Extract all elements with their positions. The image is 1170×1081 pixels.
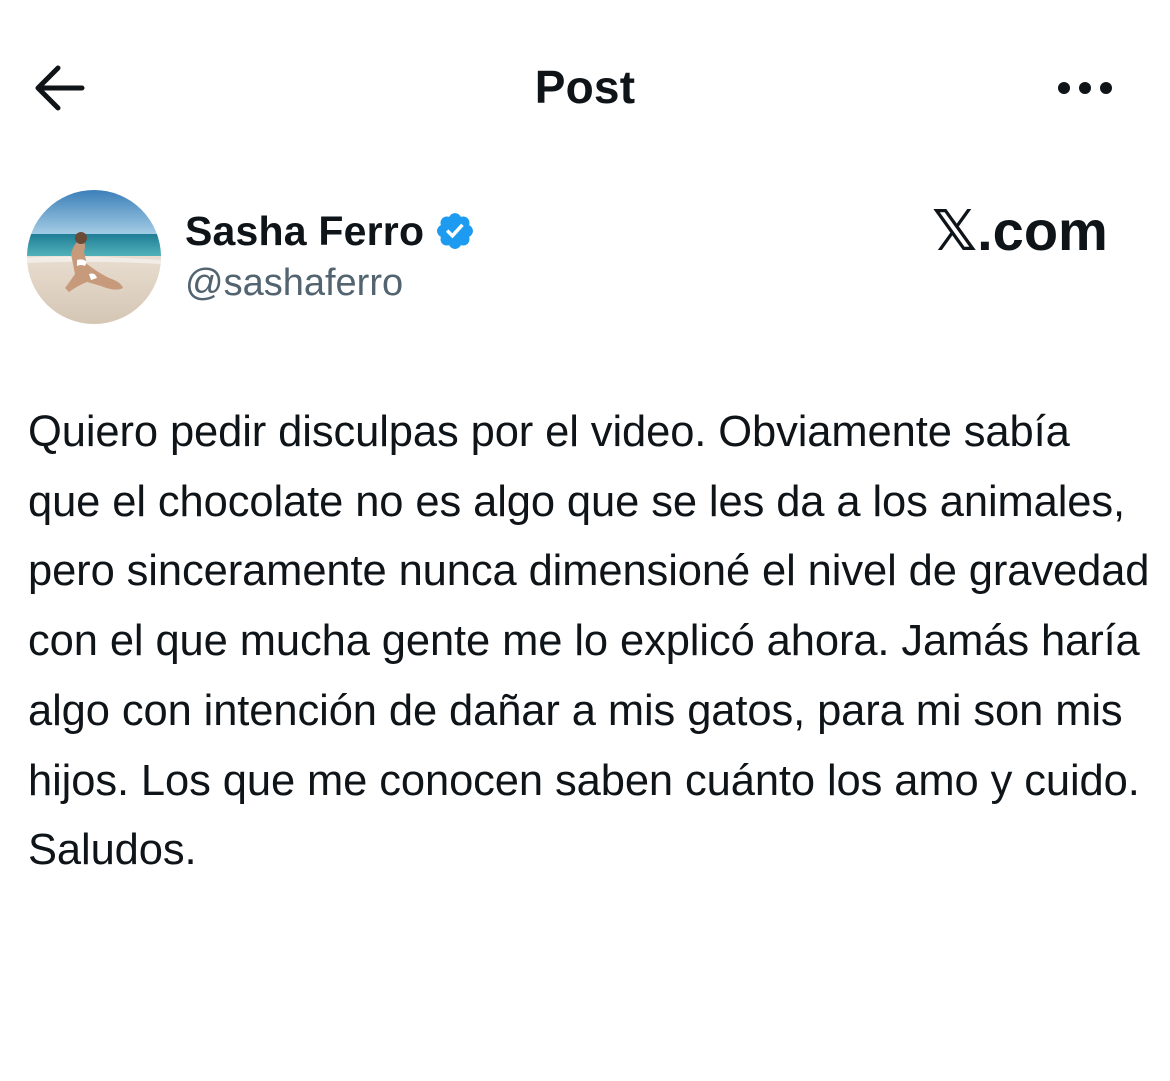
author-display-name[interactable]: Sasha Ferro bbox=[185, 208, 424, 255]
post-body-text: Quiero pedir disculpas por el video. Obv… bbox=[28, 408, 1150, 875]
watermark-text: 𝕏.com bbox=[932, 199, 1108, 262]
verified-badge-icon[interactable] bbox=[434, 210, 476, 252]
top-bar: Post bbox=[0, 0, 1170, 175]
page-title: Post bbox=[534, 61, 636, 113]
author-handle[interactable]: @sashaferro bbox=[185, 262, 403, 305]
more-horizontal-icon bbox=[1058, 82, 1112, 94]
x-com-watermark: 𝕏.com bbox=[930, 196, 1108, 266]
beach-photo-avatar bbox=[27, 190, 161, 324]
avatar[interactable] bbox=[27, 190, 161, 324]
more-options-button[interactable] bbox=[1052, 68, 1118, 108]
author-name-row: Sasha Ferro bbox=[185, 204, 476, 258]
